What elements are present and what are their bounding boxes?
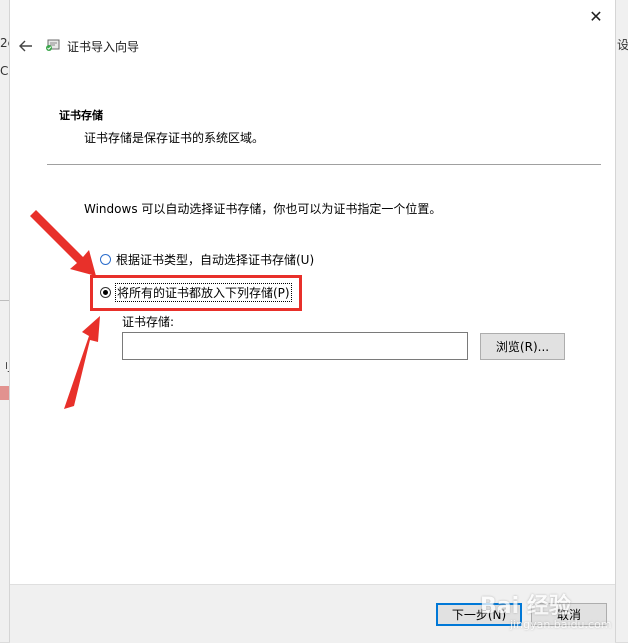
place-all-certificates-option[interactable]: 将所有的证书都放入下列存储(P) [100,283,292,302]
radio-button[interactable] [100,254,111,265]
back-button[interactable] [16,36,36,56]
next-button[interactable]: 下一步(N) [436,603,522,626]
certificate-icon [46,39,60,51]
wizard-title: 证书导入向导 [67,40,140,54]
certificate-import-dialog: ✕ 证书导入向导 证书存储 证书存储是保存证书的系统区域。 Windows 可以… [9,0,616,643]
auto-select-store-option[interactable]: 根据证书类型，自动选择证书存储(U) [100,251,314,268]
background-bar [0,386,9,400]
certificate-store-input[interactable] [122,332,468,360]
auto-select-store-label: 根据证书类型，自动选择证书存储(U) [116,253,315,267]
background-text-fragment: C [0,64,9,78]
dialog-footer: 下一步(N) 取消 [10,584,615,643]
close-icon: ✕ [589,6,603,26]
section-heading: 证书存储 [59,109,103,122]
place-all-certificates-label: 将所有的证书都放入下列存储(P) [115,283,292,302]
background-window-right: 设 [615,0,628,642]
left-arrow-icon [19,40,32,52]
section-description: 证书存储是保存证书的系统区域。 [84,131,265,145]
background-divider [0,300,9,301]
background-text-fragment: 设 [617,38,628,52]
cancel-button[interactable]: 取消 [531,603,607,626]
radio-button-checked[interactable] [100,287,111,298]
close-button[interactable]: ✕ [583,4,609,28]
intro-text: Windows 可以自动选择证书存储，你也可以为证书指定一个位置。 [84,202,442,216]
certificate-store-label: 证书存储: [122,315,175,329]
separator [47,164,601,165]
browse-button[interactable]: 浏览(R)... [480,333,565,360]
